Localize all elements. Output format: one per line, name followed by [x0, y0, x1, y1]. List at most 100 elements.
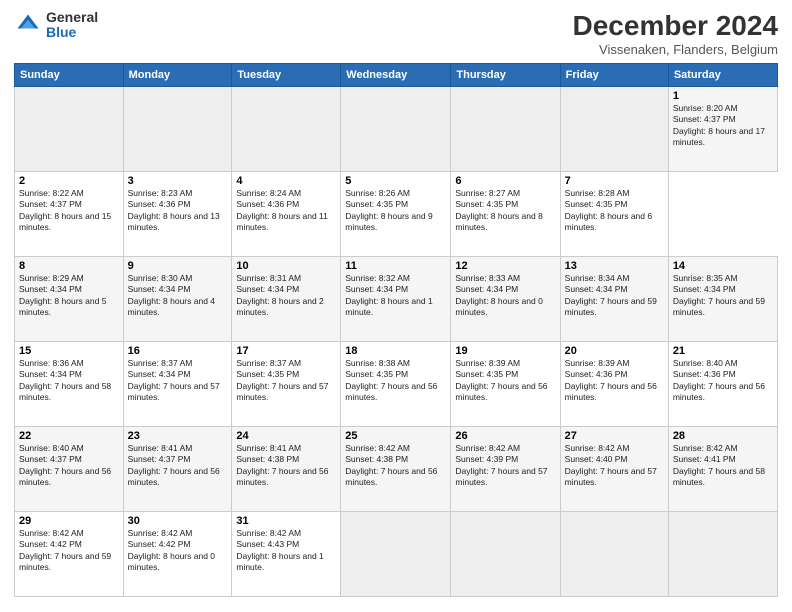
day-cell-14: 14Sunrise: 8:35 AMSunset: 4:34 PMDayligh…: [668, 257, 777, 342]
day-info: Sunrise: 8:40 AMSunset: 4:37 PMDaylight:…: [19, 443, 111, 487]
day-cell-16: 16Sunrise: 8:37 AMSunset: 4:34 PMDayligh…: [123, 342, 232, 427]
day-cell-31: 31Sunrise: 8:42 AMSunset: 4:43 PMDayligh…: [232, 512, 341, 597]
day-number: 5: [345, 175, 446, 187]
day-info: Sunrise: 8:39 AMSunset: 4:36 PMDaylight:…: [565, 358, 657, 402]
day-cell-7: 7Sunrise: 8:28 AMSunset: 4:35 PMDaylight…: [560, 172, 668, 257]
day-number: 2: [19, 175, 119, 187]
day-info: Sunrise: 8:42 AMSunset: 4:42 PMDaylight:…: [19, 528, 111, 572]
week-row-5: 22Sunrise: 8:40 AMSunset: 4:37 PMDayligh…: [15, 427, 778, 512]
empty-cell: [560, 87, 668, 172]
day-number: 11: [345, 260, 446, 272]
day-cell-13: 13Sunrise: 8:34 AMSunset: 4:34 PMDayligh…: [560, 257, 668, 342]
day-number: 28: [673, 430, 773, 442]
day-info: Sunrise: 8:42 AMSunset: 4:40 PMDaylight:…: [565, 443, 657, 487]
day-number: 12: [455, 260, 555, 272]
day-info: Sunrise: 8:41 AMSunset: 4:38 PMDaylight:…: [236, 443, 328, 487]
day-info: Sunrise: 8:22 AMSunset: 4:37 PMDaylight:…: [19, 188, 111, 232]
day-cell-10: 10Sunrise: 8:31 AMSunset: 4:34 PMDayligh…: [232, 257, 341, 342]
empty-cell: [668, 512, 777, 597]
col-tuesday: Tuesday: [232, 64, 341, 87]
day-info: Sunrise: 8:30 AMSunset: 4:34 PMDaylight:…: [128, 273, 215, 317]
day-cell-28: 28Sunrise: 8:42 AMSunset: 4:41 PMDayligh…: [668, 427, 777, 512]
day-number: 27: [565, 430, 664, 442]
logo-blue-text: Blue: [46, 25, 98, 40]
day-number: 16: [128, 345, 228, 357]
day-info: Sunrise: 8:38 AMSunset: 4:35 PMDaylight:…: [345, 358, 437, 402]
day-cell-30: 30Sunrise: 8:42 AMSunset: 4:42 PMDayligh…: [123, 512, 232, 597]
day-info: Sunrise: 8:37 AMSunset: 4:34 PMDaylight:…: [128, 358, 220, 402]
day-cell-12: 12Sunrise: 8:33 AMSunset: 4:34 PMDayligh…: [451, 257, 560, 342]
day-cell-2: 2Sunrise: 8:22 AMSunset: 4:37 PMDaylight…: [15, 172, 124, 257]
day-info: Sunrise: 8:41 AMSunset: 4:37 PMDaylight:…: [128, 443, 220, 487]
day-number: 1: [673, 90, 773, 102]
month-title: December 2024: [573, 10, 778, 42]
day-cell-20: 20Sunrise: 8:39 AMSunset: 4:36 PMDayligh…: [560, 342, 668, 427]
day-cell-5: 5Sunrise: 8:26 AMSunset: 4:35 PMDaylight…: [341, 172, 451, 257]
day-info: Sunrise: 8:26 AMSunset: 4:35 PMDaylight:…: [345, 188, 432, 232]
empty-cell: [451, 512, 560, 597]
day-number: 26: [455, 430, 555, 442]
day-cell-17: 17Sunrise: 8:37 AMSunset: 4:35 PMDayligh…: [232, 342, 341, 427]
day-cell-9: 9Sunrise: 8:30 AMSunset: 4:34 PMDaylight…: [123, 257, 232, 342]
empty-cell: [232, 87, 341, 172]
day-number: 20: [565, 345, 664, 357]
week-row-2: 2Sunrise: 8:22 AMSunset: 4:37 PMDaylight…: [15, 172, 778, 257]
day-cell-23: 23Sunrise: 8:41 AMSunset: 4:37 PMDayligh…: [123, 427, 232, 512]
day-number: 25: [345, 430, 446, 442]
day-number: 30: [128, 515, 228, 527]
page-container: General Blue December 2024 Vissenaken, F…: [0, 0, 792, 612]
day-number: 24: [236, 430, 336, 442]
week-row-4: 15Sunrise: 8:36 AMSunset: 4:34 PMDayligh…: [15, 342, 778, 427]
day-number: 15: [19, 345, 119, 357]
day-number: 8: [19, 260, 119, 272]
day-number: 31: [236, 515, 336, 527]
empty-cell: [341, 512, 451, 597]
location: Vissenaken, Flanders, Belgium: [573, 42, 778, 57]
day-cell-1: 1Sunrise: 8:20 AMSunset: 4:37 PMDaylight…: [668, 87, 777, 172]
day-info: Sunrise: 8:23 AMSunset: 4:36 PMDaylight:…: [128, 188, 220, 232]
day-number: 21: [673, 345, 773, 357]
day-info: Sunrise: 8:42 AMSunset: 4:43 PMDaylight:…: [236, 528, 323, 572]
empty-cell: [123, 87, 232, 172]
day-cell-8: 8Sunrise: 8:29 AMSunset: 4:34 PMDaylight…: [15, 257, 124, 342]
day-number: 23: [128, 430, 228, 442]
day-info: Sunrise: 8:31 AMSunset: 4:34 PMDaylight:…: [236, 273, 323, 317]
day-number: 29: [19, 515, 119, 527]
day-cell-22: 22Sunrise: 8:40 AMSunset: 4:37 PMDayligh…: [15, 427, 124, 512]
empty-cell: [451, 87, 560, 172]
week-row-3: 8Sunrise: 8:29 AMSunset: 4:34 PMDaylight…: [15, 257, 778, 342]
day-cell-3: 3Sunrise: 8:23 AMSunset: 4:36 PMDaylight…: [123, 172, 232, 257]
day-number: 10: [236, 260, 336, 272]
day-info: Sunrise: 8:28 AMSunset: 4:35 PMDaylight:…: [565, 188, 652, 232]
day-number: 22: [19, 430, 119, 442]
day-info: Sunrise: 8:40 AMSunset: 4:36 PMDaylight:…: [673, 358, 765, 402]
logo-general-text: General: [46, 10, 98, 25]
day-number: 19: [455, 345, 555, 357]
day-cell-19: 19Sunrise: 8:39 AMSunset: 4:35 PMDayligh…: [451, 342, 560, 427]
day-cell-11: 11Sunrise: 8:32 AMSunset: 4:34 PMDayligh…: [341, 257, 451, 342]
day-number: 9: [128, 260, 228, 272]
day-info: Sunrise: 8:27 AMSunset: 4:35 PMDaylight:…: [455, 188, 542, 232]
day-number: 13: [565, 260, 664, 272]
day-info: Sunrise: 8:29 AMSunset: 4:34 PMDaylight:…: [19, 273, 106, 317]
day-number: 14: [673, 260, 773, 272]
col-wednesday: Wednesday: [341, 64, 451, 87]
day-info: Sunrise: 8:34 AMSunset: 4:34 PMDaylight:…: [565, 273, 657, 317]
day-cell-27: 27Sunrise: 8:42 AMSunset: 4:40 PMDayligh…: [560, 427, 668, 512]
day-cell-24: 24Sunrise: 8:41 AMSunset: 4:38 PMDayligh…: [232, 427, 341, 512]
day-cell-15: 15Sunrise: 8:36 AMSunset: 4:34 PMDayligh…: [15, 342, 124, 427]
day-info: Sunrise: 8:42 AMSunset: 4:41 PMDaylight:…: [673, 443, 765, 487]
header: General Blue December 2024 Vissenaken, F…: [14, 10, 778, 57]
col-monday: Monday: [123, 64, 232, 87]
week-row-1: 1Sunrise: 8:20 AMSunset: 4:37 PMDaylight…: [15, 87, 778, 172]
days-header-row: Sunday Monday Tuesday Wednesday Thursday…: [15, 64, 778, 87]
day-info: Sunrise: 8:35 AMSunset: 4:34 PMDaylight:…: [673, 273, 765, 317]
day-info: Sunrise: 8:32 AMSunset: 4:34 PMDaylight:…: [345, 273, 432, 317]
col-friday: Friday: [560, 64, 668, 87]
day-cell-6: 6Sunrise: 8:27 AMSunset: 4:35 PMDaylight…: [451, 172, 560, 257]
col-saturday: Saturday: [668, 64, 777, 87]
day-number: 18: [345, 345, 446, 357]
logo-icon: [14, 11, 42, 39]
week-row-6: 29Sunrise: 8:42 AMSunset: 4:42 PMDayligh…: [15, 512, 778, 597]
day-info: Sunrise: 8:24 AMSunset: 4:36 PMDaylight:…: [236, 188, 328, 232]
